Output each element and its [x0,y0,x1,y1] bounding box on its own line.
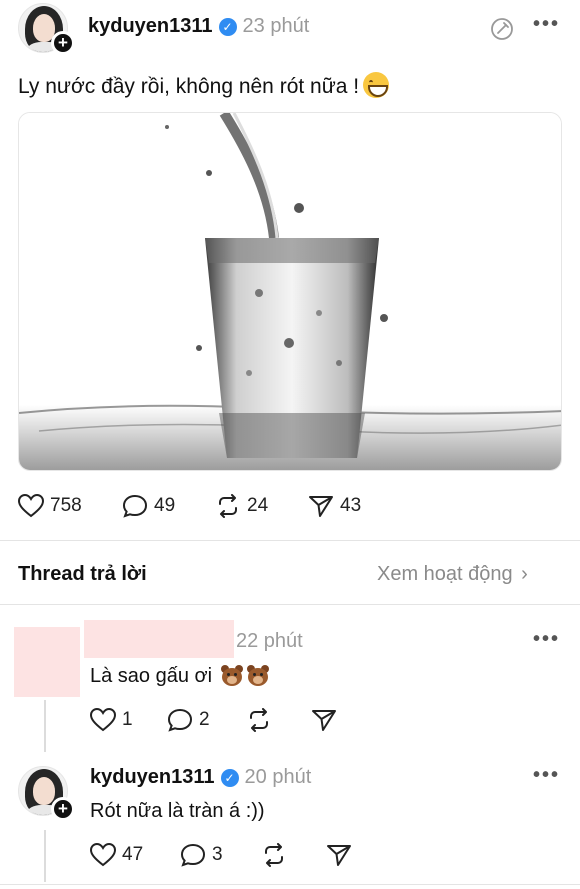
heart-icon [90,708,116,732]
post-time: 23 phút [242,15,310,37]
reply-comment-count: 2 [199,709,210,730]
post-text: Ly nước đầy rồi, không nên rót nữa ! [18,75,360,98]
divider [0,604,580,605]
reply-like-button[interactable]: 47 [90,843,143,867]
heart-icon [90,843,116,867]
reply-time: 22 phút [236,630,303,652]
more-options-icon[interactable]: ••• [533,13,560,36]
view-activity-link[interactable]: Xem hoạt động › [377,563,528,586]
comment-count: 49 [154,495,176,516]
heart-icon [18,494,44,518]
reply-text: Là sao gấu ơi [90,665,213,687]
verified-badge-icon: ✓ [218,18,237,36]
reply-time: 20 phút [244,766,312,788]
reply-repost-button[interactable] [261,843,293,867]
more-options-icon[interactable]: ••• [533,628,560,651]
reply-share-button[interactable] [326,843,358,867]
view-activity-label: Xem hoạt động [377,563,513,585]
follow-plus-icon[interactable]: + [51,31,75,55]
post-username[interactable]: kyduyen1311 [88,15,213,37]
comment-icon [180,843,206,867]
like-button[interactable]: 758 [18,494,82,518]
comment-icon [122,494,148,518]
reply-username[interactable]: kyduyen1311 [90,766,215,788]
reply-share-button[interactable] [311,708,343,732]
like-count: 758 [50,495,82,516]
repost-button[interactable]: 24 [215,494,268,518]
divider [0,540,580,541]
reply-comment-count: 3 [212,844,223,865]
share-button[interactable]: 43 [308,494,361,518]
thread-line [44,700,46,752]
comment-button[interactable]: 49 [122,494,175,518]
edit-icon[interactable] [490,17,514,46]
redacted-username [84,620,234,658]
repost-icon [250,708,268,732]
send-icon [309,496,333,517]
more-options-icon[interactable]: ••• [533,764,560,787]
replies-title: Thread trả lời [18,563,147,585]
bear-emoji-icon [246,664,270,686]
reply-like-count: 47 [122,844,144,865]
reply-comment-button[interactable]: 2 [167,708,210,732]
repost-count: 24 [247,495,269,516]
chevron-right-icon: › [521,563,528,585]
reply-comment-button[interactable]: 3 [180,843,223,867]
repost-icon [219,494,237,518]
share-count: 43 [340,495,362,516]
verified-badge-icon: ✓ [220,769,239,787]
reply-like-button[interactable]: 1 [90,708,133,732]
comment-icon [167,708,193,732]
send-icon [312,710,336,731]
grinning-face-emoji-icon [363,72,390,98]
reply-repost-button[interactable] [246,708,278,732]
reply-text: Rót nữa là tràn á :)) [90,800,265,822]
redacted-avatar [14,627,80,697]
thread-line [44,830,46,882]
divider [0,884,580,885]
send-icon [327,845,351,866]
follow-plus-icon[interactable]: + [51,797,75,821]
bear-emoji-icon [220,664,244,686]
repost-icon [265,843,283,867]
reply-like-count: 1 [122,709,133,730]
post-image[interactable] [18,112,562,471]
